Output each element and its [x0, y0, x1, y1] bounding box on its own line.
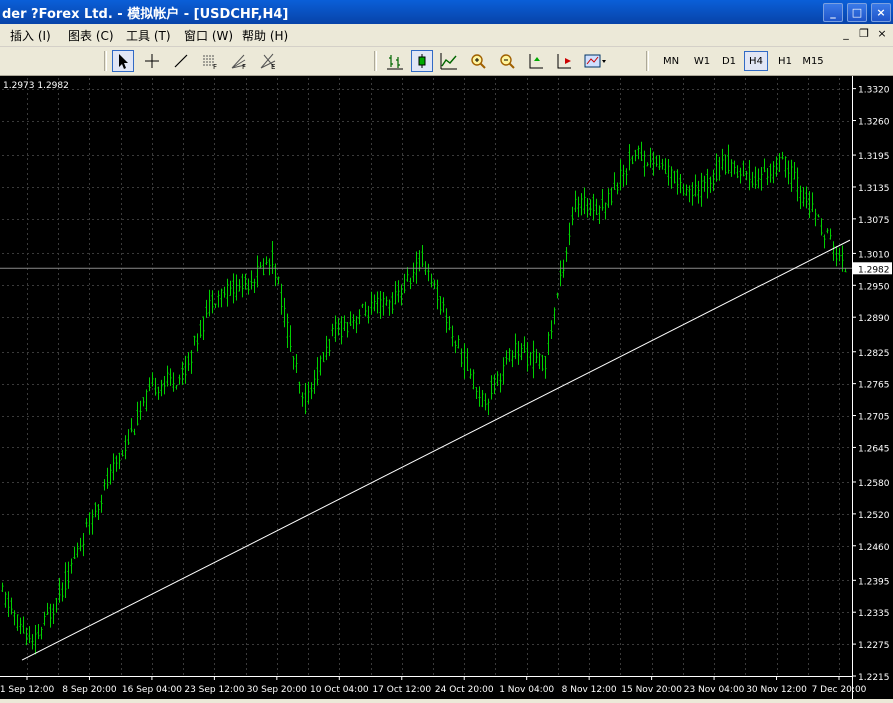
x-tick-label: 17 Oct 12:00 — [372, 685, 431, 695]
menu-help[interactable]: 帮助 (H) — [242, 27, 288, 44]
y-tick-label: 1.2580 — [858, 479, 890, 489]
price-chart[interactable]: 1.3320 1.3260 1.3195 1.3135 1.3075 1.3010 1.29… — [0, 76, 893, 699]
chart-canvas[interactable]: 1.3320 1.3260 1.3195 1.3135 1.3075 1.3010 1.29… — [0, 76, 893, 699]
x-tick-label: 10 Oct 04:00 — [310, 685, 369, 695]
svg-text:F: F — [242, 63, 246, 71]
x-tick-label: 8 Sep 20:00 — [62, 685, 117, 695]
close-icon[interactable]: × — [871, 3, 891, 22]
maximize-icon[interactable]: □ — [847, 3, 867, 22]
x-tick-label: 30 Nov 12:00 — [746, 685, 807, 695]
x-tick-label: 7 Dec 20:00 — [812, 685, 867, 695]
toolbar: F F E MN W1 D1 H4 H1 M15 — [0, 47, 893, 76]
toolbar-separator — [646, 51, 649, 71]
trendline[interactable] — [21, 239, 851, 661]
zoom-in-icon[interactable] — [467, 50, 489, 72]
x-tick-label: 16 Sep 04:00 — [122, 685, 182, 695]
y-tick-label: 1.3260 — [858, 118, 890, 128]
y-tick-label: 1.2645 — [858, 444, 890, 454]
candle-chart-icon[interactable] — [411, 50, 433, 72]
y-tick-label: 1.2825 — [858, 349, 890, 359]
menu-charts[interactable]: 图表 (C) — [68, 27, 114, 44]
x-tick-label: 23 Nov 04:00 — [684, 685, 745, 695]
line-chart-icon[interactable] — [438, 50, 460, 72]
timeframe-mn[interactable]: MN — [657, 51, 685, 71]
y-tick-label: 1.2275 — [858, 641, 890, 651]
x-tick-label: 15 Nov 20:00 — [621, 685, 682, 695]
trendline-icon[interactable] — [170, 50, 192, 72]
zoom-out-icon[interactable] — [496, 50, 518, 72]
x-tick-label: 1 Nov 04:00 — [499, 685, 554, 695]
title-bar: der ?Forex Ltd. - 模拟帐户 - [USDCHF,H4] _ □… — [0, 0, 893, 24]
x-tick-label: 23 Sep 12:00 — [184, 685, 244, 695]
y-tick-label: 1.2765 — [858, 381, 890, 391]
menu-bar: 插入 (I) 图表 (C) 工具 (T) 窗口 (W) 帮助 (H) — [0, 24, 893, 47]
y-tick-label: 1.3010 — [858, 250, 890, 260]
x-tick-label: 8 Nov 12:00 — [562, 685, 617, 695]
svg-text:E: E — [271, 63, 275, 71]
fibo-fan-icon[interactable]: F — [228, 50, 250, 72]
y-tick-label: 1.2215 — [858, 673, 890, 683]
y-tick-label: 1.2950 — [858, 282, 890, 292]
chart-header-prices: 1.2973 1.2982 — [3, 81, 69, 91]
bar-chart-icon[interactable] — [384, 50, 406, 72]
minimize-icon[interactable]: _ — [823, 3, 843, 22]
x-tick-label: 30 Sep 20:00 — [247, 685, 307, 695]
menu-window[interactable]: 窗口 (W) — [184, 27, 233, 44]
current-price-label: 1.2982 — [858, 265, 890, 275]
y-tick-label: 1.2460 — [858, 543, 890, 553]
timeframe-w1[interactable]: W1 — [688, 51, 716, 71]
gann-icon[interactable]: E — [257, 50, 279, 72]
autoscroll-icon[interactable] — [525, 50, 547, 72]
y-tick-label: 1.2705 — [858, 413, 890, 423]
menu-tools[interactable]: 工具 (T) — [126, 27, 171, 44]
y-tick-label: 1.2395 — [858, 577, 890, 587]
window-title: der ?Forex Ltd. - 模拟帐户 - [USDCHF,H4] — [2, 7, 289, 22]
fibo-icon[interactable]: F — [199, 50, 221, 72]
x-tick-label: 24 Oct 20:00 — [435, 685, 494, 695]
mdi-restore-icon[interactable]: ❐ — [856, 26, 872, 42]
svg-text:F: F — [213, 63, 217, 71]
y-tick-label: 1.3135 — [858, 184, 890, 194]
y-tick-label: 1.3320 — [858, 86, 890, 96]
crosshair-icon[interactable] — [141, 50, 163, 72]
y-tick-label: 1.2335 — [858, 609, 890, 619]
timeframe-h1[interactable]: H1 — [772, 51, 798, 71]
mdi-close-icon[interactable]: × — [874, 26, 890, 42]
timeframe-d1[interactable]: D1 — [716, 51, 742, 71]
y-tick-label: 1.3075 — [858, 216, 890, 226]
mdi-minimize-icon[interactable]: _ — [838, 26, 854, 42]
y-tick-label: 1.3195 — [858, 152, 890, 162]
cursor-icon[interactable] — [112, 50, 134, 72]
template-icon[interactable] — [582, 50, 608, 72]
chart-shift-icon[interactable] — [553, 50, 575, 72]
y-tick-label: 1.2520 — [858, 511, 890, 521]
timeframe-h4[interactable]: H4 — [744, 51, 768, 71]
toolbar-separator — [104, 51, 107, 71]
menu-insert[interactable]: 插入 (I) — [10, 27, 51, 44]
y-tick-label: 1.2890 — [858, 314, 890, 324]
toolbar-separator — [374, 51, 377, 71]
x-tick-label: 1 Sep 12:00 — [0, 685, 54, 695]
timeframe-m15[interactable]: M15 — [799, 51, 827, 71]
